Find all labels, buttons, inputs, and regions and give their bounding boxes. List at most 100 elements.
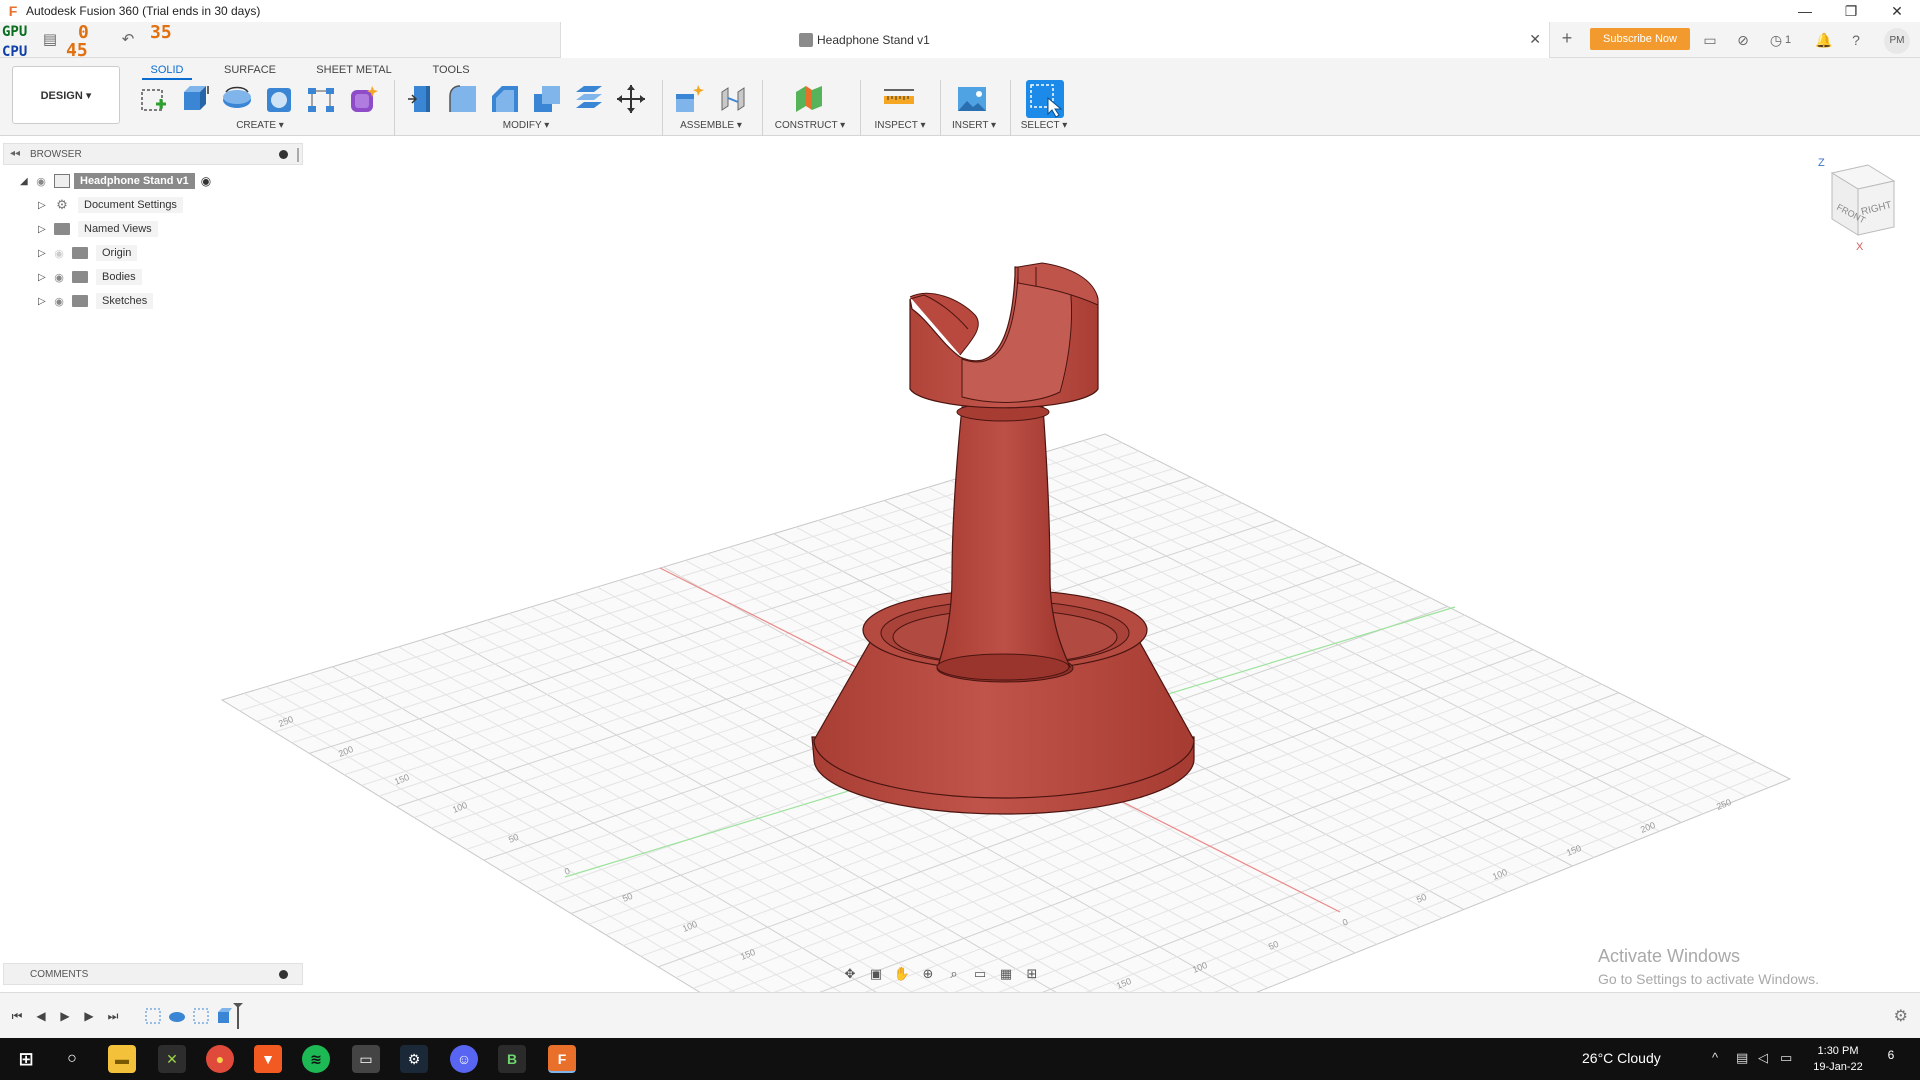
spotify-icon[interactable]: ≋: [302, 1045, 330, 1073]
pin-icon[interactable]: [279, 150, 288, 159]
add-comment-icon[interactable]: [279, 970, 288, 979]
visibility-icon[interactable]: ◉: [50, 295, 68, 308]
file-explorer-icon[interactable]: ▬: [108, 1045, 136, 1073]
visibility-icon[interactable]: ◉: [32, 175, 50, 188]
activate-radio-icon[interactable]: ◉: [201, 174, 211, 188]
browser-item-bodies[interactable]: ▷ ◉ Bodies: [38, 267, 142, 287]
new-component-tool[interactable]: [672, 82, 706, 116]
new-tab-button[interactable]: +: [1556, 28, 1578, 50]
move-tool[interactable]: [614, 82, 648, 116]
timeline-revolve-feature[interactable]: [167, 1006, 187, 1026]
play-icon[interactable]: ▶: [56, 1007, 74, 1025]
timeline-settings-gear-icon[interactable]: ⚙: [1894, 1006, 1908, 1026]
canvas-scene[interactable]: 250 200 150 100 50 0 50 100 150 250 200 …: [0, 137, 1920, 1080]
select-group-label[interactable]: SELECT ▾: [1004, 120, 1084, 131]
tray-chevron-icon[interactable]: ^: [1712, 1050, 1718, 1065]
discord-icon[interactable]: ☺: [450, 1045, 478, 1073]
browser-panel-header[interactable]: ◂◂ BROWSER: [3, 143, 303, 165]
collapse-triangle-icon[interactable]: ◢: [20, 176, 32, 187]
combine-tool[interactable]: [572, 82, 606, 116]
display-settings-icon[interactable]: ▭: [970, 964, 990, 984]
go-to-end-icon[interactable]: ⏭: [104, 1007, 122, 1025]
windows-start-icon[interactable]: ⊞: [12, 1045, 40, 1073]
insert-group-label[interactable]: INSERT ▾: [934, 120, 1014, 131]
look-at-icon[interactable]: ▣: [866, 964, 886, 984]
help-icon[interactable]: ?: [1846, 30, 1866, 50]
photos-icon[interactable]: ▭: [352, 1045, 380, 1073]
step-forward-icon[interactable]: ▶: [80, 1007, 98, 1025]
minimize-button[interactable]: —: [1782, 0, 1828, 22]
extensions-icon[interactable]: ⊘: [1733, 30, 1753, 50]
workspace-switcher[interactable]: DESIGN ▾: [12, 66, 120, 124]
notification-center-icon[interactable]: 6: [1880, 1048, 1902, 1070]
restore-button[interactable]: ❐: [1828, 0, 1874, 22]
create-group-label[interactable]: CREATE ▾: [220, 120, 300, 131]
panel-resize-handle[interactable]: [297, 148, 299, 162]
tab-surface[interactable]: SURFACE: [220, 60, 280, 80]
viewports-icon[interactable]: ⊞: [1022, 964, 1042, 984]
shell-tool[interactable]: [530, 82, 564, 116]
notifications-icon[interactable]: 🔔: [1814, 30, 1834, 50]
insert-image-tool[interactable]: [955, 82, 989, 116]
undo-icon[interactable]: ↶: [118, 30, 138, 48]
grid-settings-icon[interactable]: ▦: [996, 964, 1016, 984]
create-sketch-tool[interactable]: [136, 82, 170, 116]
expand-triangle-icon[interactable]: ▷: [38, 248, 50, 259]
select-tool[interactable]: [1026, 80, 1064, 118]
chat-icon[interactable]: ▭: [1700, 30, 1720, 50]
press-pull-tool[interactable]: [404, 82, 438, 116]
tab-solid[interactable]: SOLID: [142, 60, 192, 80]
orbit-icon[interactable]: ✥: [840, 964, 860, 984]
xbox-icon[interactable]: ✕: [158, 1045, 186, 1073]
expand-triangle-icon[interactable]: ▷: [38, 296, 50, 307]
fusion-taskbar-icon[interactable]: F: [548, 1045, 576, 1073]
pan-icon[interactable]: ✋: [892, 964, 912, 984]
weather-widget[interactable]: 26°C Cloudy: [1582, 1050, 1661, 1066]
hidden-visibility-icon[interactable]: ◉: [50, 247, 68, 260]
create-form-tool[interactable]: [346, 82, 380, 116]
tray-monitor-icon[interactable]: ▭: [1780, 1050, 1792, 1066]
close-tab-button[interactable]: ✕: [1529, 31, 1541, 48]
expand-triangle-icon[interactable]: ▷: [38, 272, 50, 283]
brave-icon[interactable]: ▼: [254, 1045, 282, 1073]
extrude-tool[interactable]: [178, 82, 212, 116]
collapse-icon[interactable]: ◂◂: [10, 148, 20, 159]
chrome-icon[interactable]: ●: [206, 1045, 234, 1073]
fillet-tool[interactable]: [446, 82, 480, 116]
assemble-group-label[interactable]: ASSEMBLE ▾: [670, 120, 752, 131]
search-circle-icon[interactable]: ○: [58, 1045, 86, 1073]
viewcube[interactable]: FRONT RIGHT Z X: [1818, 157, 1896, 253]
step-back-icon[interactable]: ◀: [32, 1007, 50, 1025]
close-window-button[interactable]: ✕: [1874, 0, 1920, 22]
revolve-tool[interactable]: [220, 82, 254, 116]
tab-sheet-metal[interactable]: SHEET METAL: [314, 60, 394, 80]
chamfer-tool[interactable]: [488, 82, 522, 116]
zoom-window-icon[interactable]: ⌕: [944, 964, 964, 984]
steam-icon[interactable]: ⚙: [400, 1045, 428, 1073]
visibility-icon[interactable]: ◉: [50, 271, 68, 284]
browser-item-document-settings[interactable]: ▷ ⚙ Document Settings: [38, 195, 183, 215]
offset-plane-tool[interactable]: [792, 82, 826, 116]
construct-group-label[interactable]: CONSTRUCT ▾: [770, 120, 850, 131]
browser-item-sketches[interactable]: ▷ ◉ Sketches: [38, 291, 154, 311]
modify-group-label[interactable]: MODIFY ▾: [486, 120, 566, 131]
measure-tool[interactable]: [882, 82, 916, 116]
zoom-icon[interactable]: ⊕: [918, 964, 938, 984]
browser-item-named-views[interactable]: ▷ Named Views: [38, 219, 158, 239]
tray-volume-icon[interactable]: ◁: [1758, 1050, 1768, 1066]
inspect-group-label[interactable]: INSPECT ▾: [860, 120, 940, 131]
sweep-tool[interactable]: [262, 82, 296, 116]
comments-panel[interactable]: COMMENTS: [3, 963, 303, 985]
file-menu-icon[interactable]: ▤: [40, 30, 60, 48]
expand-triangle-icon[interactable]: ▷: [38, 224, 50, 235]
tray-network-icon[interactable]: ▤: [1736, 1050, 1748, 1066]
document-tab[interactable]: Headphone Stand v1 ✕: [560, 22, 1550, 58]
timeline-sketch-feature[interactable]: [143, 1006, 163, 1026]
app-b-icon[interactable]: B: [498, 1045, 526, 1073]
user-avatar[interactable]: PM: [1884, 28, 1910, 54]
browser-root-item[interactable]: ◢ ◉ Headphone Stand v1 ◉: [20, 171, 211, 191]
tab-tools[interactable]: TOOLS: [424, 60, 478, 80]
browser-item-origin[interactable]: ▷ ◉ Origin: [38, 243, 138, 263]
timeline-sketch-feature[interactable]: [191, 1006, 211, 1026]
system-clock[interactable]: 1:30 PM 19-Jan-22: [1810, 1043, 1866, 1075]
